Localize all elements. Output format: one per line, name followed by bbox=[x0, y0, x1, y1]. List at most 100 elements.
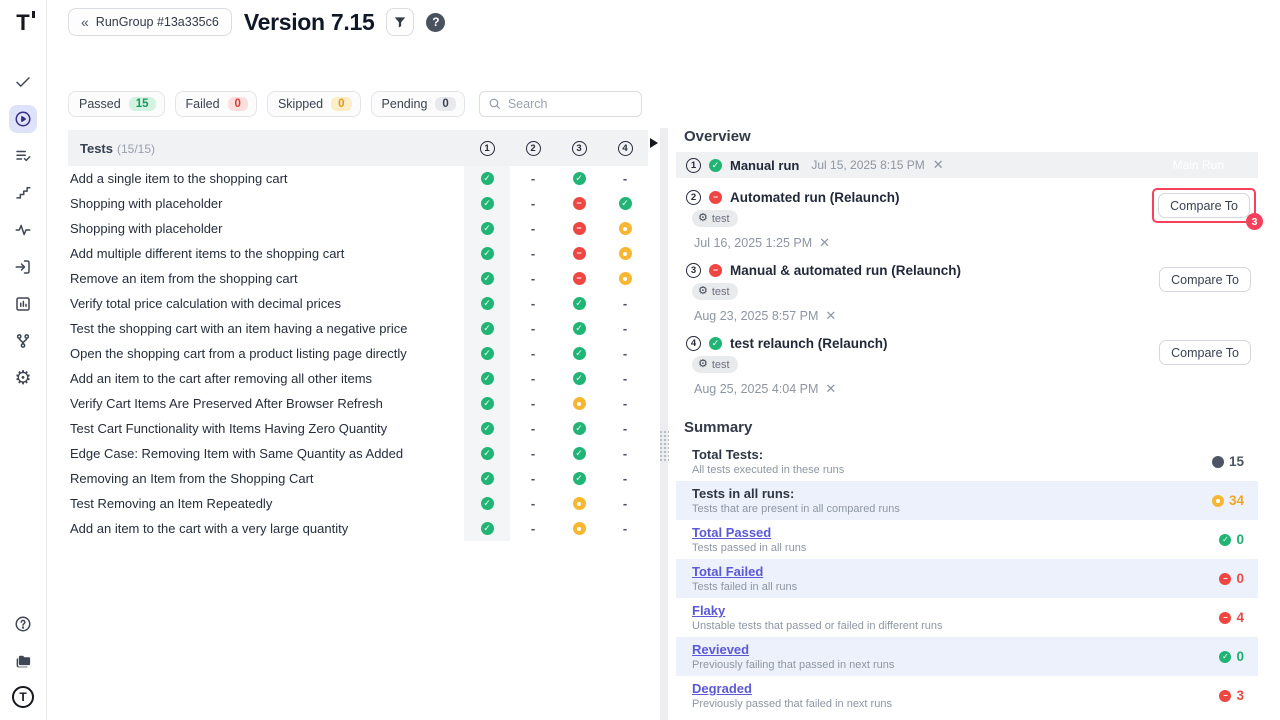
summary-row: Total FailedTests failed in all runs−0 bbox=[676, 559, 1258, 598]
table-row[interactable]: Shopping with placeholder✓-−✓ bbox=[68, 191, 648, 216]
gear-icon[interactable]: ⚙ bbox=[9, 364, 37, 392]
status-cell-run-2: - bbox=[510, 191, 556, 216]
pass-status-icon: ✓ bbox=[573, 347, 586, 360]
filter-chip-passed[interactable]: Passed15 bbox=[68, 91, 165, 117]
panel-drag-handle[interactable] bbox=[659, 430, 669, 462]
run-tag-chip[interactable]: ⚙test bbox=[692, 210, 738, 227]
status-cell-run-4: - bbox=[602, 466, 648, 491]
run-tag-chip[interactable]: ⚙test bbox=[692, 283, 738, 300]
no-result-dash: - bbox=[531, 471, 535, 486]
summary-link[interactable]: Total Passed bbox=[692, 525, 1219, 540]
table-row[interactable]: Add an item to the cart after removing a… bbox=[68, 366, 648, 391]
pulse-icon[interactable] bbox=[9, 216, 37, 244]
filter-chip-skipped[interactable]: Skipped 0 bbox=[267, 91, 361, 117]
run-date-line: Aug 25, 2025 4:04 PM✕ bbox=[694, 381, 1248, 397]
remove-run-icon[interactable]: ✕ bbox=[933, 157, 944, 173]
status-cell-run-3 bbox=[556, 391, 602, 416]
panel-collapse-arrow-icon[interactable] bbox=[650, 138, 658, 148]
run-status-icon: ✓ bbox=[709, 337, 722, 350]
status-cell-run-4: - bbox=[602, 166, 648, 191]
back-to-rungroup-button[interactable]: « RunGroup #13a335c6 bbox=[68, 8, 232, 36]
sidebar-bottom: T bbox=[11, 612, 35, 708]
annotation-highlight-box: Compare To3 bbox=[1152, 188, 1256, 223]
summary-link[interactable]: Degraded bbox=[692, 681, 1219, 696]
no-result-dash: - bbox=[531, 271, 535, 286]
logo-badge-icon[interactable]: T bbox=[12, 686, 34, 708]
filter-chip-failed[interactable]: Failed0 bbox=[175, 91, 257, 117]
remove-run-icon[interactable]: ✕ bbox=[825, 308, 836, 324]
run-column-header-2[interactable]: 2 bbox=[510, 141, 556, 156]
run-name: Manual run bbox=[730, 158, 799, 173]
table-row[interactable]: Open the shopping cart from a product li… bbox=[68, 341, 648, 366]
bar-chart-icon[interactable] bbox=[9, 290, 37, 318]
summary-link[interactable]: Revieved bbox=[692, 642, 1219, 657]
pass-status-icon: ✓ bbox=[619, 197, 632, 210]
table-row[interactable]: Verify total price calculation with deci… bbox=[68, 291, 648, 316]
overview-heading: Overview bbox=[684, 128, 1258, 145]
status-cell-run-2: - bbox=[510, 491, 556, 516]
table-row[interactable]: Remove an item from the shopping cart✓-− bbox=[68, 266, 648, 291]
filter-chip-count: 0 bbox=[331, 97, 351, 111]
table-row[interactable]: Add multiple different items to the shop… bbox=[68, 241, 648, 266]
summary-row: Degraded Previously passed that failed in… bbox=[676, 676, 1258, 715]
main-content: « RunGroup #13a335c6 Version 7.15 ? Pass… bbox=[47, 0, 668, 720]
folder-icon[interactable] bbox=[11, 649, 35, 673]
pass-status-icon: ✓ bbox=[573, 372, 586, 385]
steps-icon[interactable] bbox=[9, 179, 37, 207]
summary-description: Previously passed that failed in next ru… bbox=[692, 698, 1219, 710]
table-row[interactable]: Add a single item to the shopping cart✓-… bbox=[68, 166, 648, 191]
panel-resize-divider[interactable] bbox=[660, 128, 668, 720]
remove-run-icon[interactable]: ✕ bbox=[825, 381, 836, 397]
branch-icon[interactable] bbox=[9, 327, 37, 355]
no-result-dash: - bbox=[623, 296, 627, 311]
table-row[interactable]: Removing an Item from the Shopping Cart✓… bbox=[68, 466, 648, 491]
help-icon[interactable] bbox=[11, 612, 35, 636]
status-cell-run-3: − bbox=[556, 241, 602, 266]
table-row[interactable]: Edge Case: Removing Item with Same Quant… bbox=[68, 441, 648, 466]
list-check-icon[interactable] bbox=[9, 142, 37, 170]
no-result-dash: - bbox=[531, 321, 535, 336]
table-row[interactable]: Shopping with placeholder✓-− bbox=[68, 216, 648, 241]
fail-status-icon: − bbox=[573, 247, 586, 260]
filter-chip-label: Skipped bbox=[278, 97, 323, 111]
compare-to-button[interactable]: Compare To bbox=[1159, 267, 1251, 292]
run-column-header-3[interactable]: 3 bbox=[556, 141, 602, 156]
check-icon[interactable] bbox=[9, 68, 37, 96]
circled-number-icon: 4 bbox=[686, 336, 701, 351]
main-run-row[interactable]: 1✓Manual runJul 15, 2025 8:15 PM✕Main Ru… bbox=[676, 152, 1258, 178]
run-date: Jul 15, 2025 8:15 PM bbox=[811, 158, 924, 172]
gear-icon: ⚙ bbox=[698, 286, 708, 297]
status-cell-run-4: ✓ bbox=[602, 191, 648, 216]
help-button[interactable]: ? bbox=[426, 13, 445, 32]
app-sidebar: T ⚙ T bbox=[0, 0, 47, 720]
skip-status-icon bbox=[573, 397, 586, 410]
summary-link[interactable]: Flaky bbox=[692, 603, 1219, 618]
pass-status-icon: ✓ bbox=[481, 347, 494, 360]
table-row[interactable]: Test Cart Functionality with Items Havin… bbox=[68, 416, 648, 441]
play-circle-icon[interactable] bbox=[9, 105, 37, 133]
table-row[interactable]: Test Removing an Item Repeatedly✓-- bbox=[68, 491, 648, 516]
filter-chip-pending[interactable]: Pending0 bbox=[371, 91, 465, 117]
run-column-header-1[interactable]: 1 bbox=[464, 141, 510, 156]
run-tag-chip[interactable]: ⚙test bbox=[692, 356, 738, 373]
run-column-header-4[interactable]: 4 bbox=[602, 141, 648, 156]
remove-run-icon[interactable]: ✕ bbox=[819, 235, 830, 251]
table-row[interactable]: Verify Cart Items Are Preserved After Br… bbox=[68, 391, 648, 416]
test-name: Test Cart Functionality with Items Havin… bbox=[68, 421, 464, 436]
compare-to-button[interactable]: Compare To bbox=[1158, 193, 1250, 218]
search-input[interactable] bbox=[479, 91, 642, 117]
import-icon[interactable] bbox=[9, 253, 37, 281]
compare-to-button[interactable]: Compare To bbox=[1159, 340, 1251, 365]
summary-link[interactable]: Total Failed bbox=[692, 564, 1219, 579]
run-entry: 3−Manual & automated run (Relaunch)⚙test… bbox=[676, 251, 1258, 324]
summary-count: 34 bbox=[1229, 493, 1244, 508]
pass-status-icon: ✓ bbox=[573, 172, 586, 185]
run-tag-label: test bbox=[712, 213, 730, 225]
summary-status-icon: − bbox=[1219, 690, 1231, 702]
table-row[interactable]: Add an item to the cart with a very larg… bbox=[68, 516, 648, 541]
filter-button[interactable] bbox=[386, 8, 414, 36]
table-row[interactable]: Test the shopping cart with an item havi… bbox=[68, 316, 648, 341]
app-logo-icon[interactable]: T bbox=[16, 10, 29, 36]
fail-status-icon: − bbox=[573, 222, 586, 235]
summary-description: Unstable tests that passed or failed in … bbox=[692, 620, 1219, 632]
